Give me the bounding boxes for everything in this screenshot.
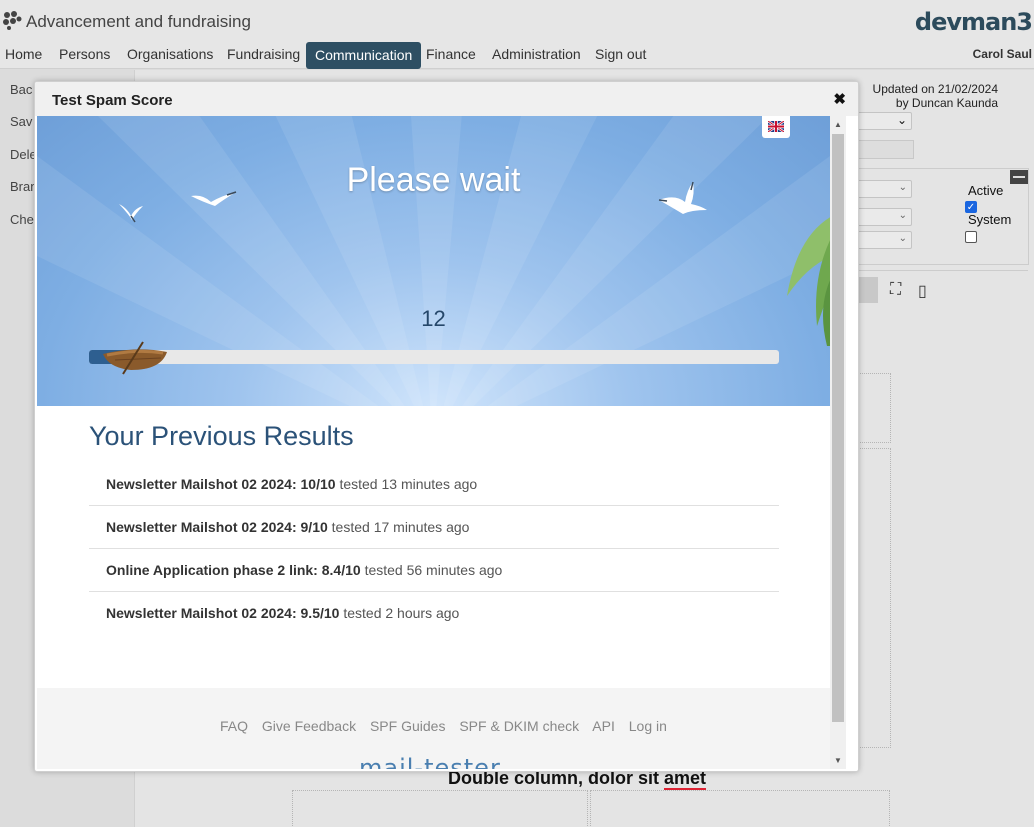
sidebar-item-delete[interactable]: Dele [10,147,37,162]
chevron-down-icon: ⌄ [896,113,907,127]
result-row[interactable]: Newsletter Mailshot 02 2024: 9/10 tested… [89,506,779,549]
nav-fundraising[interactable]: Fundraising [227,46,300,62]
nav-persons[interactable]: Persons [59,46,110,62]
collapse-button[interactable] [1010,170,1028,184]
result-row[interactable]: Newsletter Mailshot 02 2024: 9.5/10 test… [89,592,779,635]
result-name: Newsletter Mailshot 02 2024: 10/10 [106,476,336,492]
nav-communication[interactable]: Communication [306,42,422,69]
result-time: tested 13 minutes ago [339,476,478,492]
seagull-icon [191,191,237,206]
scroll-down-icon[interactable]: ▼ [834,756,842,765]
nav-administration[interactable]: Administration [492,46,581,62]
result-time: tested 56 minutes ago [364,562,503,578]
system-label: System [968,212,1012,227]
result-name: Newsletter Mailshot 02 2024: 9.5/10 [106,605,340,621]
modal-title: Test Spam Score [52,92,173,109]
result-row[interactable]: Online Application phase 2 link: 8.4/10 … [89,549,779,592]
active-label: Active [968,183,1004,198]
content-block [857,448,891,748]
frame-scrollbar[interactable]: ▲ ▼ [830,116,846,769]
footer-link-faq[interactable]: FAQ [220,718,248,734]
background-select-2[interactable]: ⌄ [850,180,912,198]
content-column-right [590,790,890,827]
countdown-counter: 12 [421,306,446,331]
modal-titlebar: Test Spam Score ✖ [35,82,858,116]
chevron-down-icon: ⌄ [898,233,907,244]
content-column-left [292,790,588,827]
scroll-thumb[interactable] [832,134,844,722]
footer-links: FAQ Give Feedback SPF Guides SPF & DKIM … [220,718,677,734]
footer-link-spf-guides[interactable]: SPF Guides [370,718,445,734]
footer-link-feedback[interactable]: Give Feedback [262,718,356,734]
nav-finance[interactable]: Finance [426,46,476,62]
chevron-down-icon: ⌄ [898,210,907,221]
updated-info: Updated on 21/02/2024 by Duncan Kaunda [873,82,998,110]
top-navigation: Home Persons Organisations Fundraising C… [0,42,1034,69]
app-header: Advancement and fundraising devman3 [0,0,1034,42]
nav-home[interactable]: Home [5,46,42,62]
app-logo-icon [3,11,22,30]
seagull-icon [119,204,143,223]
frame-footer: FAQ Give Feedback SPF Guides SPF & DKIM … [37,688,830,769]
previous-results: Your Previous Results Newsletter Mailsho… [89,421,779,635]
seagull-icon [658,181,707,214]
user-name[interactable]: Carol Saul [973,47,1032,61]
source-icon[interactable]: ▯ [918,281,927,301]
hero-banner: Please wait 12 [37,116,830,406]
format-dropdown-button[interactable] [856,277,878,303]
close-icon[interactable]: ✖ [833,90,846,108]
updated-date: Updated on 21/02/2024 [872,82,998,96]
sidebar-item-save[interactable]: Sav [10,114,32,129]
updated-by: by Duncan Kaunda [895,96,998,110]
rowing-boat-icon [103,341,167,375]
system-checkbox[interactable] [965,231,977,243]
footer-link-api[interactable]: API [592,718,615,734]
scroll-up-icon[interactable]: ▲ [834,120,842,129]
chevron-down-icon: ⌄ [898,182,907,193]
mail-tester-logo: mail-tester [359,754,501,769]
results-title: Your Previous Results [89,421,354,451]
progress-bar [89,350,779,364]
brand-logo: devman3 [914,8,1033,36]
footer-link-spf-dkim[interactable]: SPF & DKIM check [459,718,579,734]
result-time: tested 2 hours ago [343,605,460,621]
background-select-3[interactable]: ⌄ [850,208,912,226]
background-select-4[interactable]: ⌄ [850,231,912,249]
result-name: Online Application phase 2 link: 8.4/10 [106,562,361,578]
spam-score-modal: Test Spam Score ✖ Please wait 12 Your Pr… [34,81,859,772]
background-input[interactable] [850,140,914,159]
result-row[interactable]: Newsletter Mailshot 02 2024: 10/10 teste… [89,463,779,506]
result-name: Newsletter Mailshot 02 2024: 9/10 [106,519,328,535]
mail-tester-frame: Please wait 12 Your Previous Results New… [37,116,830,769]
uk-flag-icon[interactable] [762,116,790,138]
nav-organisations[interactable]: Organisations [127,46,213,62]
background-select[interactable]: ⌄ [850,112,912,130]
footer-link-login[interactable]: Log in [629,718,667,734]
app-title: Advancement and fundraising [26,12,251,31]
divider [858,270,1028,271]
please-wait-text: Please wait [346,161,521,199]
minus-icon [1013,176,1025,178]
nav-sign-out[interactable]: Sign out [595,46,646,62]
result-time: tested 17 minutes ago [331,519,470,535]
sidebar-item-check[interactable]: Che [10,212,34,227]
content-block [857,373,891,443]
sidebar-item-back[interactable]: Bac [10,82,32,97]
fullscreen-icon[interactable]: ⛶ [890,281,901,299]
